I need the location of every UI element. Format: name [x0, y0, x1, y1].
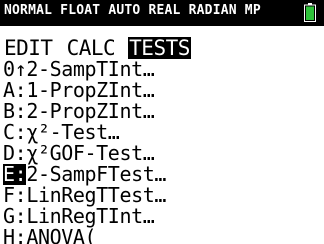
menu-tab-bar: EDIT CALC TESTS — [3, 37, 191, 59]
menu-item-b[interactable]: B:2-PropZInt… — [3, 101, 321, 122]
menu-item-label: 2-SampFTest… — [26, 162, 167, 186]
menu-item-separator: : — [14, 183, 27, 207]
tab-spacer — [54, 37, 66, 59]
menu-item-key: B — [3, 99, 15, 123]
menu-item-key: 0 — [3, 57, 15, 81]
menu-item-label: LinRegTTest… — [26, 183, 167, 207]
tab-spacer — [116, 37, 128, 59]
menu-item-key: A — [3, 78, 15, 102]
menu-item-label: 2-SampTInt… — [26, 57, 155, 81]
battery-full-icon — [304, 3, 316, 22]
tab-edit[interactable]: EDIT — [3, 37, 54, 59]
menu-item-separator: : — [14, 120, 27, 144]
menu-item-key: G — [3, 204, 15, 228]
tab-tests[interactable]: TESTS — [128, 37, 191, 59]
menu-item-key: D — [3, 141, 15, 165]
menu-item-separator: ↑ — [14, 57, 27, 81]
menu-item-key: H — [3, 225, 15, 244]
menu-item-separator: : — [14, 99, 27, 123]
menu-item-label: 2-PropZInt… — [26, 99, 155, 123]
menu-item-key: E — [3, 162, 15, 186]
menu-item-label: ANOVA( — [26, 225, 97, 244]
menu-item-separator: : — [14, 225, 27, 244]
menu-item-label: χ²-Test… — [26, 120, 120, 144]
menu-item-e[interactable]: E:2-SampFTest… — [3, 164, 321, 185]
menu-item-h[interactable]: H: ANOVA( — [3, 227, 321, 244]
menu-item-label: LinRegTInt… — [26, 204, 155, 228]
mode-status-text: NORMAL FLOAT AUTO REAL RADIAN MP — [4, 3, 261, 18]
menu-item-a[interactable]: A:1-PropZInt… — [3, 80, 321, 101]
menu-item-separator: : — [14, 78, 27, 102]
menu-item-separator: : — [14, 204, 27, 228]
menu-item-d[interactable]: D: χ²GOF-Test… — [3, 143, 321, 164]
tab-calc[interactable]: CALC — [66, 37, 117, 59]
menu-item-g[interactable]: G: LinRegTInt… — [3, 206, 321, 227]
menu-item-c[interactable]: C: χ²-Test… — [3, 122, 321, 143]
menu-item-key: F — [3, 183, 15, 207]
menu-item-separator: : — [14, 141, 27, 165]
menu-item-f[interactable]: F: LinRegTTest… — [3, 185, 321, 206]
menu-item-label: χ²GOF-Test… — [26, 141, 155, 165]
menu-item-label: 1-PropZInt… — [26, 78, 155, 102]
menu-item-separator: : — [14, 162, 27, 186]
menu-item-key: C — [3, 120, 15, 144]
status-bar: NORMAL FLOAT AUTO REAL RADIAN MP — [0, 0, 324, 26]
menu-item-0[interactable]: 0 ↑ 2-SampTInt… — [3, 59, 321, 80]
tests-menu-list: 0 ↑ 2-SampTInt… A:1-PropZInt… B:2-PropZInt… C… — [3, 59, 321, 244]
calculator-screen: NORMAL FLOAT AUTO REAL RADIAN MP EDIT CAL… — [0, 0, 324, 244]
